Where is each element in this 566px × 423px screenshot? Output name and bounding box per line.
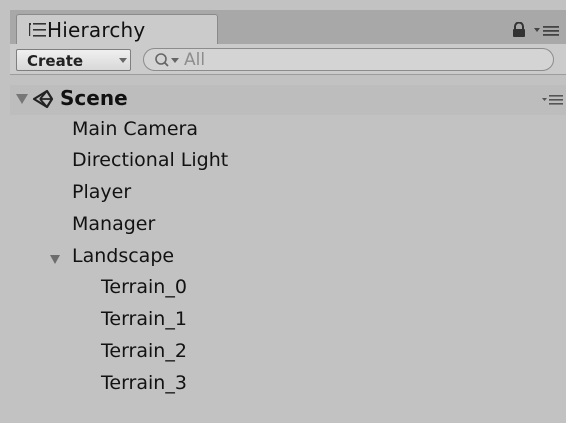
foldout-arrow-icon[interactable] [50, 255, 60, 264]
hierarchy-toolbar: Create [10, 44, 566, 75]
unity-scene-icon [32, 89, 54, 109]
hierarchy-item-directional-light[interactable]: Directional Light [72, 149, 228, 179]
foldout-arrow-icon[interactable] [16, 94, 28, 104]
hierarchy-list-icon [29, 23, 46, 37]
tab-title: Hierarchy [47, 18, 146, 42]
search-icon [155, 53, 179, 67]
scene-name: Scene [60, 86, 128, 110]
hierarchy-item-terrain-1[interactable]: Terrain_1 [101, 308, 187, 338]
chevron-down-icon [119, 58, 127, 63]
hierarchy-item-player[interactable]: Player [72, 181, 131, 211]
scene-menu-icon[interactable] [542, 93, 564, 107]
hierarchy-item-terrain-3[interactable]: Terrain_3 [101, 372, 187, 402]
tab-hierarchy[interactable]: Hierarchy [16, 14, 218, 44]
hierarchy-item-terrain-2[interactable]: Terrain_2 [101, 340, 187, 370]
search-input[interactable] [184, 49, 534, 70]
search-field[interactable] [143, 48, 554, 71]
lock-icon[interactable] [512, 22, 526, 38]
create-button-label: Create [27, 52, 84, 70]
scene-header[interactable]: Scene [10, 85, 566, 115]
hierarchy-panel: Hierarchy Create All Scene Main Camera D… [10, 10, 566, 423]
tab-menu-icon[interactable] [534, 22, 560, 38]
hierarchy-item-terrain-0[interactable]: Terrain_0 [101, 276, 187, 306]
hierarchy-item-main-camera[interactable]: Main Camera [72, 118, 198, 148]
tab-strip: Hierarchy [10, 10, 566, 44]
hierarchy-item-landscape[interactable]: Landscape [72, 245, 174, 275]
create-button[interactable]: Create [16, 49, 131, 71]
hierarchy-item-manager[interactable]: Manager [72, 213, 155, 243]
